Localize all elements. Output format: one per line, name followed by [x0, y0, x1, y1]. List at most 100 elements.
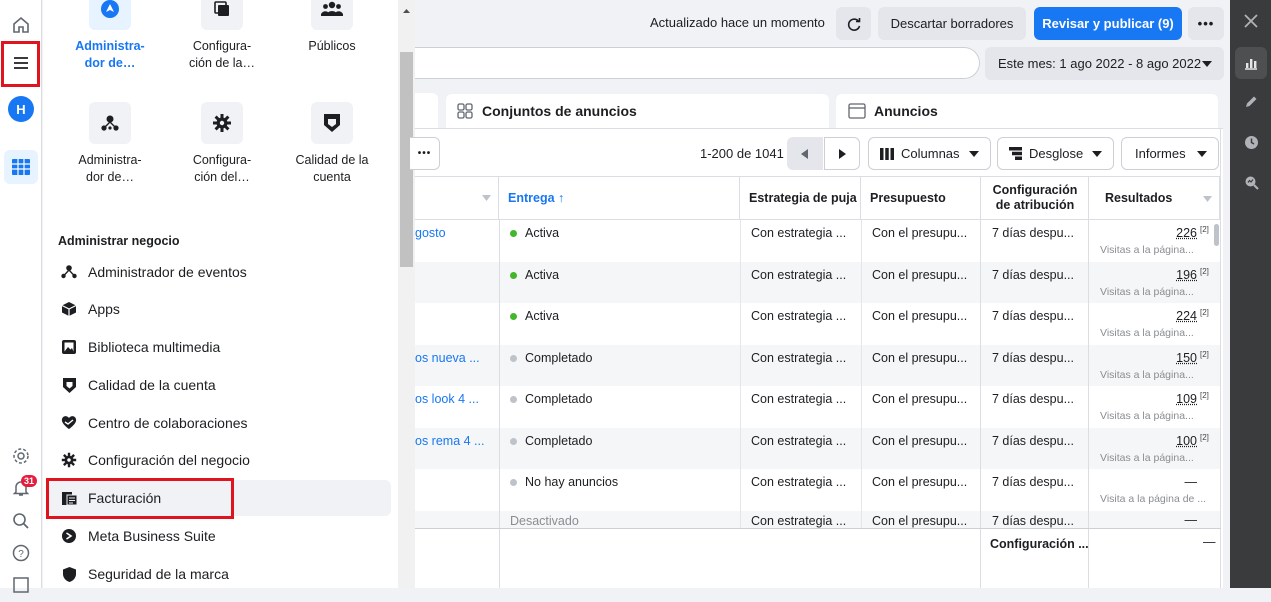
settings-icon[interactable]	[4, 439, 38, 473]
tile-label: Administra- dor de…	[75, 39, 145, 70]
column-divider	[980, 220, 981, 588]
chart-icon[interactable]	[1235, 47, 1267, 79]
review-publish-button[interactable]: Revisar y publicar (9)	[1034, 7, 1182, 40]
tile-account-quality[interactable]: Calidad de la cuenta	[277, 102, 387, 186]
help-icon[interactable]: ?	[4, 536, 38, 570]
gear-icon	[201, 102, 243, 144]
update-status: Actualizado hace un momento	[650, 15, 825, 30]
delivery-status: Completado	[510, 392, 592, 406]
status-dot	[510, 313, 517, 321]
column-header-attribution[interactable]: Configuración de atribución	[982, 177, 1089, 219]
window-icon	[848, 103, 866, 119]
column-header-results[interactable]: Resultados	[1090, 177, 1220, 219]
more-actions-button[interactable]: •••	[410, 137, 440, 170]
menu-item-media-library[interactable]: Biblioteca multimedia	[48, 329, 391, 365]
campaign-name-link[interactable]: os rema 4 ...	[415, 434, 495, 448]
delivery-label: Completado	[525, 434, 593, 448]
menu-item-meta-business-suite[interactable]: Meta Business Suite	[48, 518, 391, 554]
refresh-button[interactable]	[836, 7, 871, 40]
status-dot	[510, 355, 517, 363]
attribution-cell: 7 días despu...	[992, 392, 1075, 406]
column-header-name[interactable]	[415, 177, 499, 219]
tab-ads[interactable]: Anuncios	[836, 94, 1218, 128]
result-value: —	[1184, 475, 1198, 489]
next-page-button[interactable]	[824, 137, 860, 170]
column-divider	[1088, 220, 1089, 588]
menu-item-apps[interactable]: Apps	[48, 291, 391, 327]
status-dot	[510, 230, 517, 238]
prev-page-button[interactable]	[787, 137, 823, 170]
tools-drawer: Administra- dor de… Configura- ción de l…	[43, 0, 398, 588]
delivery-label: Completado	[525, 392, 593, 406]
result-value: —	[1184, 513, 1198, 527]
menu-label: Administrador de eventos	[88, 264, 247, 280]
menu-item-events-manager[interactable]: Administrador de eventos	[48, 254, 391, 290]
tile-ads-manager[interactable]: Administra- dor de…	[55, 0, 165, 72]
inspect-icon[interactable]	[1235, 166, 1267, 198]
column-header-delivery[interactable]: Entrega ↑	[500, 177, 740, 219]
campaign-name-link[interactable]: os nueva ...	[415, 351, 495, 365]
result-subtitle: Visitas a la página...	[1100, 369, 1194, 381]
close-icon[interactable]	[1236, 14, 1266, 34]
highlight-box-menu	[1, 41, 40, 87]
budget-cell: Con el presupu...	[872, 514, 968, 528]
copy-icon	[201, 0, 243, 30]
pagination-label: 1-200 de 1041	[700, 146, 784, 161]
attribution-cell: 7 días despu...	[992, 514, 1075, 528]
attribution-cell: 7 días despu...	[992, 268, 1075, 282]
menu-item-business-settings[interactable]: Configuración del negocio	[48, 442, 391, 478]
home-icon[interactable]	[4, 8, 38, 42]
menu-label: Seguridad de la marca	[88, 566, 229, 582]
tile-configuration[interactable]: Configura- ción de la…	[167, 0, 277, 72]
notifications-icon[interactable]: 31	[4, 471, 38, 505]
info-marker: [2]	[1200, 391, 1209, 400]
date-range-picker[interactable]: Este mes: 1 ago 2022 - 8 ago 2022	[985, 47, 1224, 80]
menu-item-account-quality[interactable]: Calidad de la cuenta	[48, 367, 391, 403]
column-divider	[861, 220, 862, 528]
tile-label: Calidad de la cuenta	[295, 153, 369, 184]
bid-strategy-cell: Con estrategia ...	[751, 309, 847, 323]
more-options-button[interactable]: •••	[1188, 7, 1224, 40]
menu-item-collab-center[interactable]: Centro de colaboraciones	[48, 405, 391, 441]
reports-button[interactable]: Informes	[1121, 137, 1219, 170]
edit-icon[interactable]	[1235, 86, 1267, 118]
sort-caret-icon	[1203, 196, 1212, 202]
tab-campaigns[interactable]	[415, 93, 438, 129]
tab-ad-sets[interactable]: Conjuntos de anuncios	[446, 94, 829, 128]
svg-text:?: ?	[18, 549, 24, 560]
result-value: 224	[1176, 309, 1197, 323]
footer-border	[415, 528, 1221, 529]
search-input[interactable]	[415, 47, 980, 79]
breakdown-icon	[1009, 147, 1022, 160]
result-subtitle: Visitas a la página...	[1100, 327, 1194, 339]
history-icon[interactable]	[1235, 126, 1267, 158]
chevron-right-icon	[839, 148, 846, 159]
shield-icon	[54, 367, 84, 403]
campaign-name-link[interactable]: gosto	[415, 226, 495, 240]
columns-button[interactable]: Columnas	[868, 137, 991, 170]
chevron-down-icon	[1202, 60, 1212, 67]
delivery-status: Completado	[510, 351, 592, 365]
search-icon[interactable]	[4, 504, 38, 538]
account-avatar[interactable]: H	[4, 92, 38, 126]
discard-drafts-button[interactable]: Descartar borradores	[878, 7, 1026, 40]
table-scroll-thumb[interactable]	[1214, 224, 1219, 246]
column-header-bid-strategy[interactable]: Estrategia de puja	[741, 177, 861, 219]
tile-audiences[interactable]: Públicos	[277, 0, 387, 55]
column-header-budget[interactable]: Presupuesto	[862, 177, 981, 219]
footer-result: —	[1203, 535, 1216, 549]
breakdown-button[interactable]: Desglose	[997, 137, 1114, 170]
ads-manager-icon[interactable]	[4, 150, 38, 184]
menu-item-brand-safety[interactable]: Seguridad de la marca	[48, 556, 391, 592]
tile-business-settings[interactable]: Configura- ción del…	[167, 102, 277, 186]
campaign-name-link[interactable]: os look 4 ...	[415, 392, 495, 406]
notification-badge: 31	[21, 475, 38, 487]
bid-strategy-cell: Con estrategia ...	[751, 475, 847, 489]
result-value: 109	[1176, 392, 1197, 406]
shield-icon	[311, 102, 353, 144]
footer-attribution: Configuración ...	[990, 537, 1089, 551]
tile-events-manager[interactable]: Administra- dor de…	[55, 102, 165, 186]
reports-icon[interactable]	[4, 568, 38, 602]
menu-label: Meta Business Suite	[88, 528, 216, 544]
delivery-status: Completado	[510, 434, 592, 448]
